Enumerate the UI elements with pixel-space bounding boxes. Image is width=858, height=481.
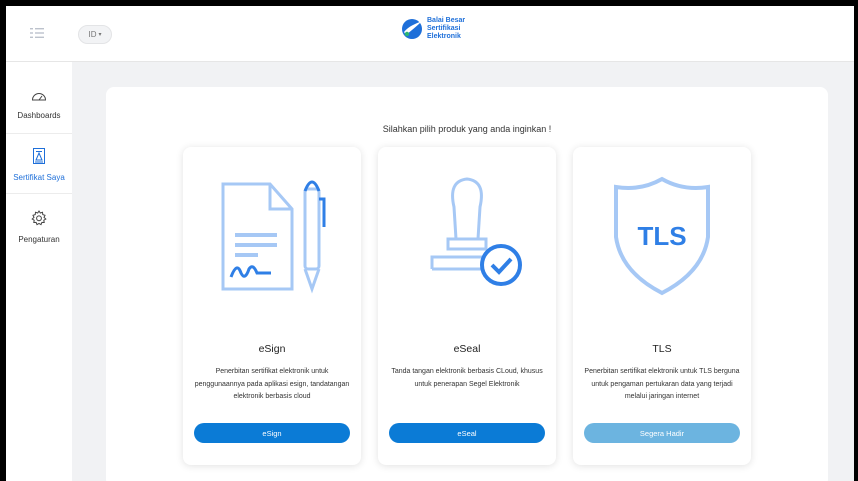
card-description: Penerbitan sertifikat elektronik untuk T… <box>584 368 740 400</box>
tls-shield-icon: TLS <box>614 176 710 296</box>
segera-hadir-button[interactable]: Segera Hadir <box>584 423 740 443</box>
sidebar-item-label: Pengaturan <box>18 235 60 244</box>
logo[interactable]: Balai Besar Sertifikasi Elektronik <box>400 17 465 41</box>
card-title: eSign <box>258 343 286 355</box>
product-card-tls: TLS TLS Penerbitan sertifikat elektronik… <box>573 147 751 465</box>
product-card-esign: eSign Penerbitan sertifikat elektronik u… <box>183 147 361 465</box>
list-icon[interactable] <box>30 27 44 39</box>
certificate-icon <box>33 148 45 164</box>
logo-text: Balai Besar Sertifikasi Elektronik <box>427 17 465 41</box>
card-description: Penerbitan sertifikat elektronik untuk p… <box>194 368 350 400</box>
sidebar-item-label: Sertifikat Saya <box>13 173 65 182</box>
gear-icon <box>31 210 47 226</box>
sidebar-item-pengaturan[interactable]: Pengaturan <box>6 210 72 244</box>
esign-button[interactable]: eSign <box>194 423 350 443</box>
app-window: ID ▾ Balai Besar Sertifikasi Elektronik … <box>6 6 854 481</box>
divider <box>6 133 72 134</box>
chevron-down-icon: ▾ <box>98 32 102 38</box>
stamp-check-icon <box>430 177 522 286</box>
sidebar-item-dashboards[interactable]: Dashboards <box>6 89 72 120</box>
prompt-text: Silahkan pilih produk yang anda inginkan… <box>382 124 552 134</box>
card-title: TLS <box>652 343 672 355</box>
product-panel: Silahkan pilih produk yang anda inginkan… <box>106 87 828 481</box>
logo-line: Elektronik <box>427 33 461 40</box>
shield-label: TLS <box>637 221 686 251</box>
sidebar-item-sertifikat-saya[interactable]: Sertifikat Saya <box>6 148 72 182</box>
document-signature-icon <box>221 180 326 294</box>
sidebar-item-label: Dashboards <box>17 111 61 120</box>
eseal-button[interactable]: eSeal <box>389 423 545 443</box>
top-bar: ID ▾ Balai Besar Sertifikasi Elektronik <box>6 6 854 62</box>
sidebar: Dashboards Sertifikat Saya Pengaturan <box>6 62 72 481</box>
language-label: ID <box>88 30 97 39</box>
logo-line: Balai Besar <box>427 17 466 24</box>
bsre-logo-icon <box>402 19 422 39</box>
divider <box>6 193 72 194</box>
language-selector[interactable]: ID ▾ <box>78 25 112 44</box>
card-title: eSeal <box>453 343 481 355</box>
card-description: Tanda tangan elektronik berbasis CLoud, … <box>391 368 543 388</box>
speedometer-icon <box>31 93 47 101</box>
logo-line: Sertifikasi <box>427 25 461 32</box>
product-card-eseal: eSeal Tanda tangan elektronik berbasis C… <box>378 147 556 465</box>
